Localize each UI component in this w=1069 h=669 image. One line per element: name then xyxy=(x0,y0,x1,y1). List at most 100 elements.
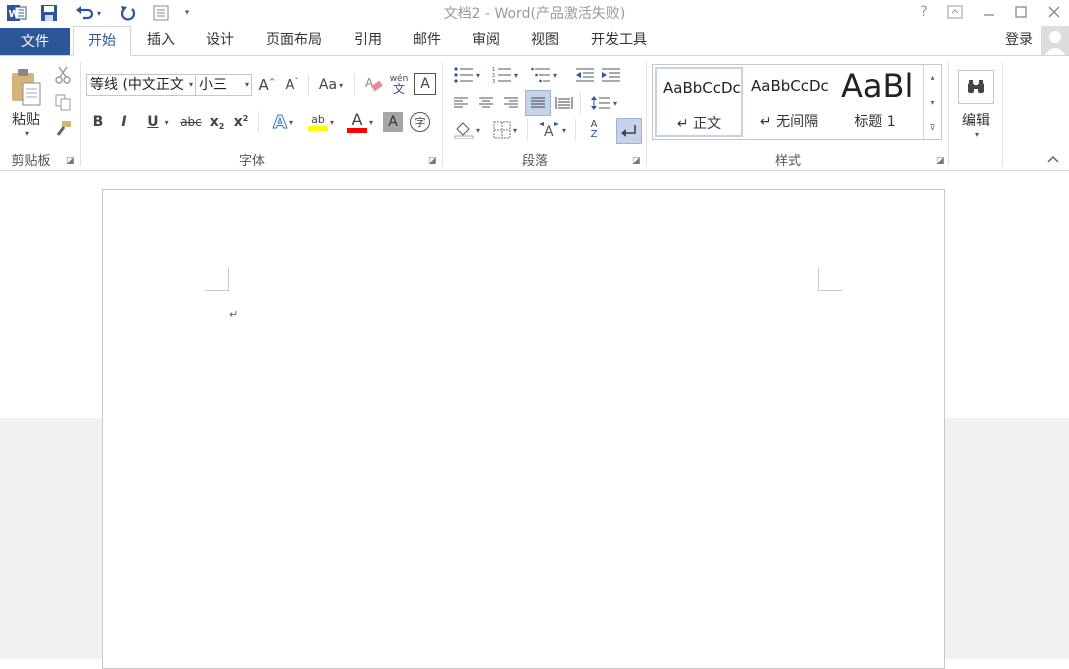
change-case-button[interactable]: Aa ▾ xyxy=(313,74,349,96)
distributed-icon[interactable] xyxy=(553,92,575,114)
grow-font-button[interactable]: A ^ xyxy=(256,74,278,96)
text-effects-button[interactable]: A ▾ xyxy=(266,111,300,133)
sort-button[interactable]: A Z xyxy=(583,118,605,142)
group-separator xyxy=(442,62,443,166)
numbering-button[interactable]: 123 ▾ xyxy=(488,64,522,86)
gallery-scroll-down-icon[interactable]: ▾ xyxy=(923,90,941,114)
phonetic-guide-bottom: 文 xyxy=(392,82,405,96)
shrink-caret: ˇ xyxy=(294,76,299,86)
svg-text:3: 3 xyxy=(492,79,495,83)
paragraph-dialog-launcher-icon[interactable]: ◪ xyxy=(632,156,642,166)
maximize-icon[interactable] xyxy=(1009,2,1033,22)
subscript-mark: 2 xyxy=(218,121,225,131)
increase-indent-icon[interactable] xyxy=(600,64,622,86)
font-name-combo[interactable]: 等线 (中文正文 ▾ xyxy=(86,74,196,96)
decrease-indent-icon[interactable] xyxy=(574,64,596,86)
document-area: ↵ xyxy=(0,171,1069,669)
chinese-layout-icon: A xyxy=(538,122,559,139)
tab-home[interactable]: 开始 xyxy=(73,26,131,56)
svg-text:A: A xyxy=(544,124,554,139)
style-heading-1[interactable]: AaBl 标题 1 xyxy=(835,67,915,137)
strikethrough-button[interactable]: abc xyxy=(178,111,204,133)
paste-button[interactable]: 粘贴 ▾ xyxy=(6,62,46,142)
collapse-ribbon-icon[interactable] xyxy=(1044,152,1062,166)
help-button[interactable]: ? xyxy=(912,2,936,22)
gallery-more-icon[interactable]: ⊽ xyxy=(923,115,941,139)
line-spacing-button[interactable]: ▾ xyxy=(586,92,622,114)
editing-button[interactable]: 编辑 ▾ xyxy=(956,62,996,146)
character-border-icon: A xyxy=(420,76,430,92)
paragraph-mark: ↵ xyxy=(229,308,239,321)
window-title: 文档2 - Word(产品激活失败) xyxy=(443,6,626,22)
font-size-value: 小三 xyxy=(199,77,227,93)
show-paragraph-marks-icon[interactable] xyxy=(616,118,642,144)
tab-page-layout[interactable]: 页面布局 xyxy=(255,26,333,56)
align-center-icon[interactable] xyxy=(475,92,497,114)
clipboard-dialog-launcher-icon[interactable]: ◪ xyxy=(66,156,76,166)
multilevel-list-dropdown-icon: ▾ xyxy=(552,70,557,80)
shrink-font-button[interactable]: Aˇ xyxy=(281,74,303,96)
borders-dropdown-icon: ▾ xyxy=(512,125,517,135)
font-group-label: 字体 xyxy=(238,154,265,169)
bold-button[interactable]: B xyxy=(88,111,108,133)
subscript-button[interactable]: x2 xyxy=(206,111,228,133)
align-left-icon[interactable] xyxy=(450,92,472,114)
superscript-icon: x xyxy=(233,114,243,130)
superscript-button[interactable]: x2 xyxy=(230,111,252,133)
ribbon-display-options-icon[interactable] xyxy=(943,2,967,22)
multilevel-list-button[interactable]: ▾ xyxy=(527,64,561,86)
font-separator xyxy=(354,74,355,96)
styles-dialog-launcher-icon[interactable]: ◪ xyxy=(936,156,946,166)
underline-dropdown-icon: ▾ xyxy=(164,117,169,127)
minimize-icon[interactable] xyxy=(977,2,1001,22)
tab-review[interactable]: 审阅 xyxy=(461,26,511,56)
subscript-icon: x xyxy=(209,114,219,130)
underline-icon: U xyxy=(147,114,159,130)
character-shading-button[interactable]: A xyxy=(383,112,403,132)
font-dialog-launcher-icon[interactable]: ◪ xyxy=(428,156,438,166)
justify-icon[interactable] xyxy=(525,90,551,116)
line-spacing-dropdown-icon: ▾ xyxy=(612,98,617,108)
copy-icon[interactable] xyxy=(52,91,74,113)
close-icon[interactable] xyxy=(1042,2,1066,22)
align-right-icon[interactable] xyxy=(500,92,522,114)
editing-dropdown-icon: ▾ xyxy=(974,129,979,139)
shading-button[interactable]: ▾ xyxy=(450,119,484,141)
grow-caret: ^ xyxy=(268,76,276,86)
tab-mailings[interactable]: 邮件 xyxy=(402,26,452,56)
enclose-characters-button[interactable]: 字 xyxy=(409,111,431,133)
gallery-scroll-up-icon[interactable]: ▴ xyxy=(923,65,941,89)
underline-button[interactable]: U ▾ xyxy=(140,111,176,133)
bullets-button[interactable]: ▾ xyxy=(450,64,484,86)
tab-view[interactable]: 视图 xyxy=(520,26,570,56)
avatar[interactable] xyxy=(1041,26,1069,56)
paste-label: 粘贴 xyxy=(12,111,40,128)
tab-references[interactable]: 引用 xyxy=(343,26,393,56)
login-link[interactable]: 登录 xyxy=(998,26,1040,56)
clear-formatting-icon[interactable]: A xyxy=(362,74,386,96)
numbering-icon: 123 xyxy=(492,67,511,83)
font-size-combo[interactable]: 小三 ▾ xyxy=(195,74,252,96)
tab-insert[interactable]: 插入 xyxy=(136,26,186,56)
highlight-button[interactable]: ab ▾ xyxy=(303,109,339,135)
tab-file[interactable]: 文件 xyxy=(0,28,70,56)
tab-developer[interactable]: 开发工具 xyxy=(580,26,658,56)
tab-design[interactable]: 设计 xyxy=(195,26,245,56)
paragraph-separator xyxy=(527,119,528,141)
style-no-spacing-sample: AaBbCcDc xyxy=(751,77,829,95)
font-color-icon: A xyxy=(351,110,363,129)
style-normal[interactable]: AaBbCcDc ↵ 正文 xyxy=(655,67,743,137)
format-painter-icon[interactable] xyxy=(52,118,74,140)
borders-button[interactable]: ▾ xyxy=(488,119,522,141)
chinese-layout-button[interactable]: A ▾ xyxy=(534,119,570,141)
style-no-spacing[interactable]: AaBbCcDc ↵ 无间隔 xyxy=(745,67,833,137)
font-size-dropdown-icon[interactable]: ▾ xyxy=(245,75,249,95)
italic-button[interactable]: I xyxy=(114,111,134,133)
font-color-button[interactable]: A ▾ xyxy=(342,109,378,135)
document-page[interactable]: ↵ xyxy=(102,189,945,669)
font-name-dropdown-icon[interactable]: ▾ xyxy=(189,75,193,95)
cut-icon[interactable] xyxy=(52,64,74,86)
phonetic-guide-button[interactable]: wén 文 xyxy=(388,71,410,97)
text-effects-icon: A xyxy=(273,111,288,133)
character-border-button[interactable]: A xyxy=(414,73,436,95)
